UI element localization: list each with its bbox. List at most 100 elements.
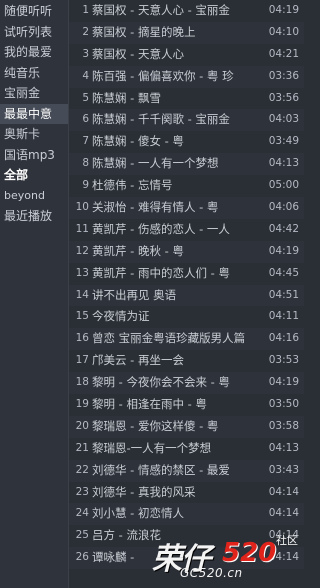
- track-row[interactable]: 5 陈慧娴 - 飘雪 03:56: [69, 88, 304, 110]
- track-index: 14: [75, 288, 89, 301]
- track-title: 邝美云 - 再坐一会: [92, 353, 184, 368]
- track-title: 今夜情为证: [92, 309, 150, 324]
- track-row[interactable]: 23 刘德华 - 真我的风采 04:14: [69, 482, 304, 504]
- track-row[interactable]: 12 黄凯芹 - 晚秋 - 粤 04:19: [69, 240, 304, 263]
- track-index: 26: [75, 551, 89, 564]
- sidebar-item-trial-list[interactable]: 试听列表: [0, 22, 68, 43]
- track-row[interactable]: 8 陈慧娴 - 一人有一个梦想 04:13: [69, 153, 304, 176]
- sidebar-item-random[interactable]: 随便听听: [0, 1, 68, 22]
- track-duration: 04:14: [268, 551, 299, 564]
- sidebar-item-instrumental[interactable]: 纯音乐: [0, 63, 68, 84]
- track-row[interactable]: 14 讲不出再见 奥语 04:51: [69, 284, 304, 307]
- track-index: 18: [75, 376, 89, 389]
- track-row[interactable]: 10 关淑怡 - 难得有情人 - 粤 04:06: [69, 197, 304, 219]
- track-title: 黎明 - 相逢在雨中 - 粤: [92, 397, 207, 412]
- track-row[interactable]: 15 今夜情为证 04:11: [69, 306, 304, 328]
- track-title: 黄凯芹 - 雨中的恋人们 - 粤: [92, 265, 230, 280]
- track-title: 陈慧娴 - 千千阕歌 - 宝丽金: [92, 112, 230, 127]
- track-title: 杜德伟 - 忘情号: [92, 178, 173, 193]
- track-index: 25: [75, 529, 89, 542]
- track-duration: 04:19: [268, 244, 299, 257]
- sidebar-item-all[interactable]: 全部: [0, 165, 68, 186]
- track-row[interactable]: 26 谭咏麟 - 04:14: [69, 547, 304, 570]
- track-row[interactable]: 6 陈慧娴 - 千千阕歌 - 宝丽金 04:03: [69, 109, 304, 132]
- track-duration: 04:03: [268, 113, 299, 126]
- playlist-sidebar: 随便听听 试听列表 我的最爱 纯音乐 宝丽金 最最中意 奥斯卡 国语mp3 全部…: [0, 0, 69, 588]
- track-title: 陈百强 - 偏偏喜欢你 - 粤 珍: [92, 68, 234, 83]
- track-index: 2: [82, 25, 89, 38]
- track-title: 讲不出再见 奥语: [92, 287, 177, 302]
- sidebar-item-recent[interactable]: 最近播放: [0, 206, 68, 227]
- track-row[interactable]: 11 黄凯芹 - 伤感的恋人 - 一人 04:42: [69, 219, 304, 241]
- track-index: 15: [75, 310, 89, 323]
- track-duration: 03:43: [268, 463, 299, 476]
- sidebar-item-oscar[interactable]: 奥斯卡: [0, 124, 68, 145]
- track-index: 1: [82, 4, 89, 16]
- track-row[interactable]: 21 黎瑞恩-一人有一个梦想 04:13: [69, 438, 304, 460]
- track-row[interactable]: 2 蔡国权 - 摘星的晚上 04:10: [69, 21, 304, 44]
- sidebar-item-favorites[interactable]: 我的最爱: [0, 42, 68, 63]
- sidebar-item-mandarin-mp3[interactable]: 国语mp3: [0, 145, 68, 166]
- track-title: 谭咏麟 -: [92, 550, 135, 565]
- track-index: 13: [75, 266, 89, 279]
- track-row[interactable]: 18 黎明 - 今夜你会不会来 - 粤 04:19: [69, 372, 304, 395]
- track-index: 24: [75, 507, 89, 520]
- sidebar-item-beyond[interactable]: beyond: [0, 186, 68, 207]
- track-index: 17: [75, 354, 89, 367]
- track-title: 刘德华 - 真我的风采: [92, 484, 196, 499]
- track-index: 12: [75, 244, 89, 257]
- track-duration: 04:21: [268, 47, 299, 60]
- track-duration: 04:42: [268, 222, 299, 235]
- track-index: 4: [82, 69, 89, 82]
- track-row[interactable]: 4 陈百强 - 偏偏喜欢你 - 粤 珍 03:36: [69, 65, 304, 88]
- track-row[interactable]: 16 曾恋 宝丽金粤语珍藏版男人篇 04:16: [69, 328, 304, 351]
- track-duration: 04:14: [268, 485, 299, 498]
- track-row[interactable]: 24 刘小慧 - 初恋情人 04:14: [69, 503, 304, 526]
- track-title: 黎瑞恩-一人有一个梦想: [92, 440, 212, 455]
- track-row[interactable]: 13 黄凯芹 - 雨中的恋人们 - 粤 04:45: [69, 263, 304, 285]
- track-title: 黎瑞恩 - 爱你这样傻 - 粤: [92, 418, 219, 433]
- track-row[interactable]: 19 黎明 - 相逢在雨中 - 粤 03:50: [69, 394, 304, 416]
- track-index: 21: [75, 441, 89, 454]
- track-row[interactable]: 25 吕方 - 流浪花 04:14: [69, 525, 304, 547]
- track-duration: 04:13: [268, 441, 299, 454]
- track-row[interactable]: 9 杜德伟 - 忘情号 05:00: [69, 175, 304, 197]
- track-index: 11: [75, 222, 89, 235]
- track-duration: 04:19: [268, 376, 299, 389]
- track-duration: 04:13: [268, 157, 299, 170]
- track-duration: 04:45: [268, 266, 299, 279]
- track-duration: 04:51: [268, 288, 299, 301]
- track-duration: 04:19: [268, 4, 299, 16]
- track-duration: 03:58: [268, 419, 299, 432]
- track-duration: 04:10: [268, 25, 299, 38]
- track-row[interactable]: 17 邝美云 - 再坐一会 03:53: [69, 350, 304, 372]
- sidebar-item-polygram[interactable]: 宝丽金: [0, 83, 68, 104]
- track-title: 曾恋 宝丽金粤语珍藏版男人篇: [92, 331, 246, 346]
- track-index: 10: [75, 201, 89, 214]
- track-title: 黄凯芹 - 伤感的恋人 - 一人: [92, 221, 230, 236]
- track-row[interactable]: 3 蔡国权 - 天意人心 04:21: [69, 44, 304, 66]
- track-title: 陈慧娴 - 飘雪: [92, 90, 161, 105]
- track-duration: 03:36: [268, 69, 299, 82]
- track-row[interactable]: 20 黎瑞恩 - 爱你这样傻 - 粤 03:58: [69, 415, 304, 438]
- track-title: 陈慧娴 - 傻女 - 粤: [92, 134, 184, 149]
- sidebar-item-top-picks[interactable]: 最最中意: [0, 103, 68, 124]
- track-title: 蔡国权 - 天意人心: [92, 46, 184, 61]
- track-title: 刘德华 - 情感的禁区 - 最爱: [92, 462, 230, 477]
- track-row[interactable]: 7 陈慧娴 - 傻女 - 粤 03:49: [69, 131, 304, 153]
- track-index: 23: [75, 485, 89, 498]
- track-duration: 04:16: [268, 332, 299, 345]
- track-duration: 04:11: [268, 310, 299, 323]
- track-index: 22: [75, 463, 89, 476]
- track-duration: 04:06: [268, 201, 299, 214]
- track-index: 7: [82, 135, 89, 148]
- track-duration: 03:56: [268, 91, 299, 104]
- music-player-window: 随便听听 试听列表 我的最爱 纯音乐 宝丽金 最最中意 奥斯卡 国语mp3 全部…: [0, 0, 304, 588]
- track-title: 蔡国权 - 天意人心 - 宝丽金: [92, 3, 230, 17]
- track-index: 6: [82, 113, 89, 126]
- track-duration: 03:49: [268, 135, 299, 148]
- track-row[interactable]: 1 蔡国权 - 天意人心 - 宝丽金 04:19: [69, 0, 304, 22]
- track-duration: 03:53: [268, 354, 299, 367]
- track-row[interactable]: 22 刘德华 - 情感的禁区 - 最爱 03:43: [69, 459, 304, 482]
- track-index: 9: [82, 179, 89, 192]
